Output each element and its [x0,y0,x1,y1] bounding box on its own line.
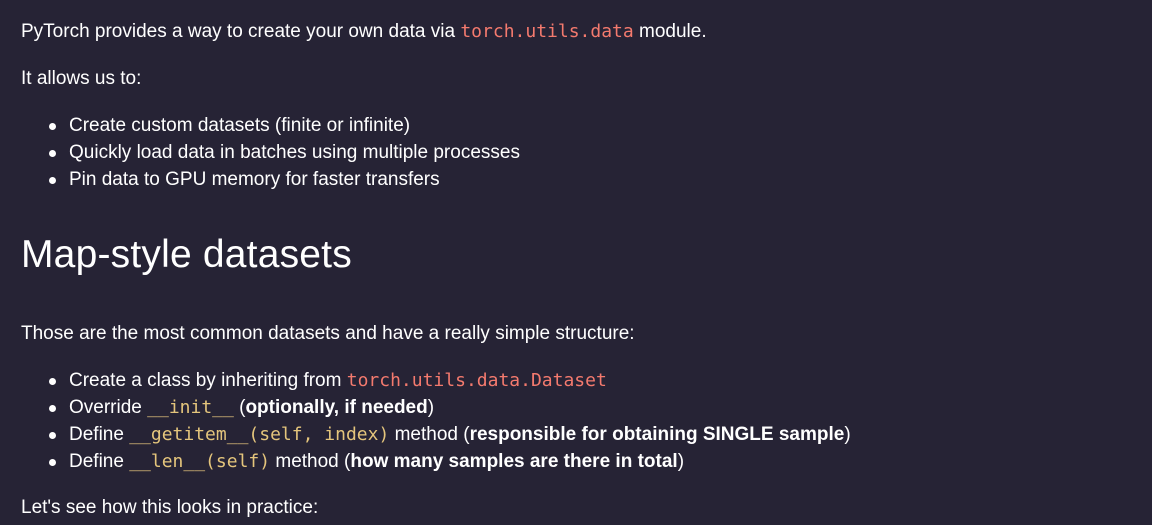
bullet-icon [49,150,56,157]
list-item: Quickly load data in batches using multi… [49,139,1131,166]
list-item-paren-close: ) [427,397,435,418]
inline-code-getitem: __getitem__(self, index) [129,424,390,445]
list-item: Create a class by inheriting from torch.… [49,367,1131,394]
bullet-icon [49,123,56,130]
list-item-bold-text: responsible for obtaining SINGLE sample [469,424,845,445]
inline-code-torch-utils-data: torch.utils.data [460,21,634,42]
list-item-bold-text: optionally, if needed [245,397,428,418]
bullet-icon [49,432,56,439]
list-item-paren-close: ) [677,451,685,472]
inline-code-dataset: torch.utils.data.Dataset [346,370,607,391]
list-item-text: Create a class by inheriting from [69,370,347,391]
list-item: Define __len__(self) method (how many sa… [49,448,1131,475]
list-item-text: Create custom datasets (finite or infini… [69,115,411,136]
list-item-text: Define [69,451,130,472]
list-item-bold-text: how many samples are there in total [350,451,678,472]
list-item: Create custom datasets (finite or infini… [49,112,1131,139]
features-list: Create custom datasets (finite or infini… [21,112,1131,193]
list-item-text: Pin data to GPU memory for faster transf… [69,169,440,190]
bullet-icon [49,459,56,466]
list-item: Override __init__ (optionally, if needed… [49,394,1131,421]
map-intro-paragraph: Those are the most common datasets and h… [21,323,635,344]
list-item-middle-text: method ( [270,451,351,472]
bullet-icon [49,378,56,385]
allows-paragraph: It allows us to: [21,68,142,89]
intro-paragraph: PyTorch provides a way to create your ow… [21,18,1131,45]
list-item-text: Override [69,397,148,418]
steps-list: Create a class by inheriting from torch.… [21,367,1131,475]
bullet-icon [49,177,56,184]
inline-code-init: __init__ [147,397,234,418]
list-item-text: Quickly load data in batches using multi… [69,142,520,163]
list-item-text: Define [69,424,130,445]
intro-text-before: PyTorch provides a way to create your ow… [21,21,461,42]
intro-text-after: module. [633,21,707,42]
section-heading: Map-style datasets [21,233,352,276]
bullet-icon [49,405,56,412]
notebook-markdown-cell: PyTorch provides a way to create your ow… [0,0,1152,521]
list-item-middle-text: method ( [389,424,470,445]
inline-code-len: __len__(self) [129,451,271,472]
outro-paragraph: Let's see how this looks in practice: [21,497,319,518]
list-item: Define __getitem__(self, index) method (… [49,421,1131,448]
list-item: Pin data to GPU memory for faster transf… [49,166,1131,193]
list-item-paren-close: ) [844,424,851,445]
